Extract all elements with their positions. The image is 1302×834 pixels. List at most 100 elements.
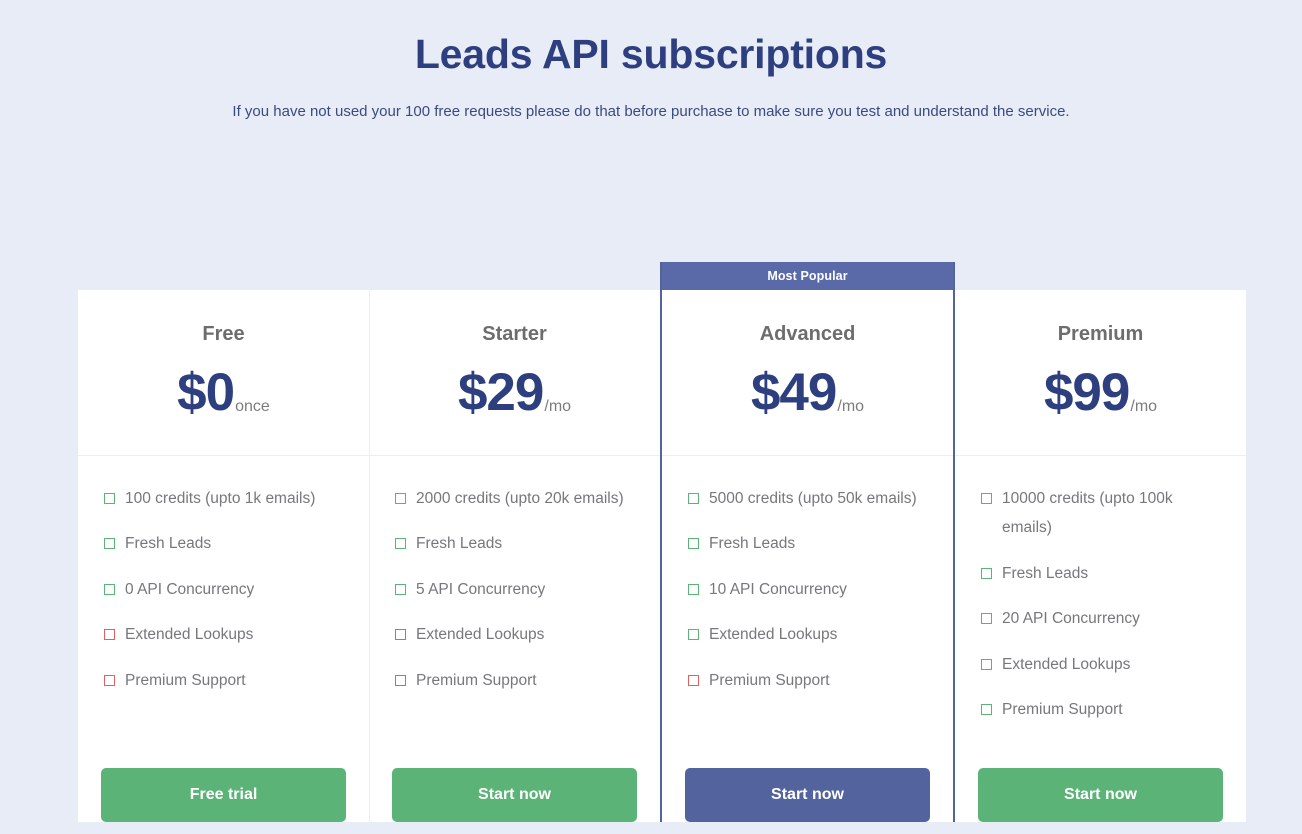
feature-item: 10 API Concurrency <box>688 575 927 604</box>
feature-item: Fresh Leads <box>104 529 343 558</box>
feature-label: Fresh Leads <box>1002 559 1220 588</box>
check-square-icon <box>395 584 406 595</box>
pricing-page: Leads API subscriptions If you have not … <box>0 0 1302 834</box>
plan-billing-period: /mo <box>837 398 864 416</box>
feature-item: Premium Support <box>395 666 634 695</box>
check-square-icon <box>981 568 992 579</box>
feature-label: Extended Lookups <box>709 620 927 649</box>
feature-item: 2000 credits (upto 20k emails) <box>395 484 634 513</box>
feature-label: 5000 credits (upto 50k emails) <box>709 484 927 513</box>
plan-cta-container: Start now <box>369 756 660 822</box>
check-square-icon <box>981 493 992 504</box>
feature-label: Premium Support <box>416 666 634 695</box>
check-square-icon <box>981 659 992 670</box>
feature-label: Premium Support <box>125 666 343 695</box>
plan-header: Starter $29/mo <box>369 290 660 456</box>
plan-name: Starter <box>379 322 650 346</box>
pricing-card-premium: Premium $99/mo 10000 credits (upto 100k em… <box>955 290 1246 822</box>
plan-header: Free $0once <box>78 290 369 456</box>
feature-label: Fresh Leads <box>709 529 927 558</box>
feature-label: 10000 credits (upto 100k emails) <box>1002 484 1220 543</box>
plan-name: Free <box>88 322 359 346</box>
feature-item: 100 credits (upto 1k emails) <box>104 484 343 513</box>
pricing-card-advanced: Most Popular Advanced $49/mo 5000 credits (… <box>660 262 955 822</box>
feature-item: Extended Lookups <box>395 620 634 649</box>
page-subtitle: If you have not used your 100 free reque… <box>0 101 1302 122</box>
feature-label: 10 API Concurrency <box>709 575 927 604</box>
feature-item: 20 API Concurrency <box>981 604 1220 633</box>
page-title: Leads API subscriptions <box>0 30 1302 79</box>
pricing-card-free: Free $0once 100 credits (upto 1k emails) Fr… <box>78 290 369 822</box>
plan-price: $99 <box>1044 366 1129 419</box>
feature-label: 100 credits (upto 1k emails) <box>125 484 343 513</box>
plan-price-row: $99/mo <box>965 366 1236 419</box>
feature-label: 2000 credits (upto 20k emails) <box>416 484 634 513</box>
plan-cta-button-premium[interactable]: Start now <box>978 768 1223 822</box>
plan-cta-container: Start now <box>662 756 953 822</box>
page-header: Leads API subscriptions If you have not … <box>0 0 1302 122</box>
check-square-icon <box>981 613 992 624</box>
check-square-icon <box>104 538 115 549</box>
most-popular-badge: Most Popular <box>662 262 953 290</box>
plan-cta-button-starter[interactable]: Start now <box>392 768 637 822</box>
plan-billing-period: once <box>235 398 270 416</box>
plan-name: Advanced <box>672 322 943 346</box>
plan-feature-list: 2000 credits (upto 20k emails) Fresh Lead… <box>369 456 660 756</box>
feature-item: Premium Support <box>688 666 927 695</box>
cross-square-icon <box>104 629 115 640</box>
feature-item: 5000 credits (upto 50k emails) <box>688 484 927 513</box>
plan-price-row: $0once <box>88 366 359 419</box>
feature-label: Extended Lookups <box>125 620 343 649</box>
pricing-table: Free $0once 100 credits (upto 1k emails) Fr… <box>78 262 1246 822</box>
feature-item: 0 API Concurrency <box>104 575 343 604</box>
cross-square-icon <box>688 675 699 686</box>
check-square-icon <box>395 538 406 549</box>
feature-item: Fresh Leads <box>395 529 634 558</box>
plan-price-row: $49/mo <box>672 366 943 419</box>
plan-feature-list: 10000 credits (upto 100k emails) Fresh Le… <box>955 456 1246 756</box>
plan-header: Premium $99/mo <box>955 290 1246 456</box>
feature-item: 5 API Concurrency <box>395 575 634 604</box>
feature-label: 20 API Concurrency <box>1002 604 1220 633</box>
cross-square-icon <box>395 675 406 686</box>
plan-billing-period: /mo <box>544 398 571 416</box>
check-square-icon <box>688 584 699 595</box>
plan-header: Advanced $49/mo <box>662 290 953 456</box>
plan-price: $29 <box>458 366 543 419</box>
feature-label: Extended Lookups <box>1002 650 1220 679</box>
feature-label: 5 API Concurrency <box>416 575 634 604</box>
feature-label: Premium Support <box>709 666 927 695</box>
plan-billing-period: /mo <box>1130 398 1157 416</box>
cross-square-icon <box>395 629 406 640</box>
plan-price: $0 <box>177 366 234 419</box>
check-square-icon <box>688 629 699 640</box>
feature-label: 0 API Concurrency <box>125 575 343 604</box>
feature-label: Fresh Leads <box>125 529 343 558</box>
plan-name: Premium <box>965 322 1236 346</box>
plan-cta-button-free[interactable]: Free trial <box>101 768 346 822</box>
feature-label: Extended Lookups <box>416 620 634 649</box>
check-square-icon <box>688 538 699 549</box>
feature-item: Extended Lookups <box>981 650 1220 679</box>
plan-cta-button-advanced[interactable]: Start now <box>685 768 930 822</box>
check-square-icon <box>688 493 699 504</box>
plan-cta-container: Free trial <box>78 756 369 822</box>
plan-price: $49 <box>751 366 836 419</box>
plan-cta-container: Start now <box>955 756 1246 822</box>
plan-price-row: $29/mo <box>379 366 650 419</box>
feature-item: 10000 credits (upto 100k emails) <box>981 484 1220 543</box>
feature-item: Extended Lookups <box>688 620 927 649</box>
check-square-icon <box>395 493 406 504</box>
feature-item: Fresh Leads <box>688 529 927 558</box>
pricing-plan-grid: Free $0once 100 credits (upto 1k emails) Fr… <box>78 290 1246 822</box>
pricing-card-starter: Starter $29/mo 2000 credits (upto 20k emai… <box>369 290 660 822</box>
feature-item: Premium Support <box>981 695 1220 724</box>
plan-feature-list: 100 credits (upto 1k emails) Fresh Leads 0… <box>78 456 369 756</box>
feature-item: Extended Lookups <box>104 620 343 649</box>
feature-label: Premium Support <box>1002 695 1220 724</box>
check-square-icon <box>981 704 992 715</box>
cross-square-icon <box>104 675 115 686</box>
feature-item: Fresh Leads <box>981 559 1220 588</box>
check-square-icon <box>104 493 115 504</box>
plan-feature-list: 5000 credits (upto 50k emails) Fresh Lead… <box>662 456 953 756</box>
